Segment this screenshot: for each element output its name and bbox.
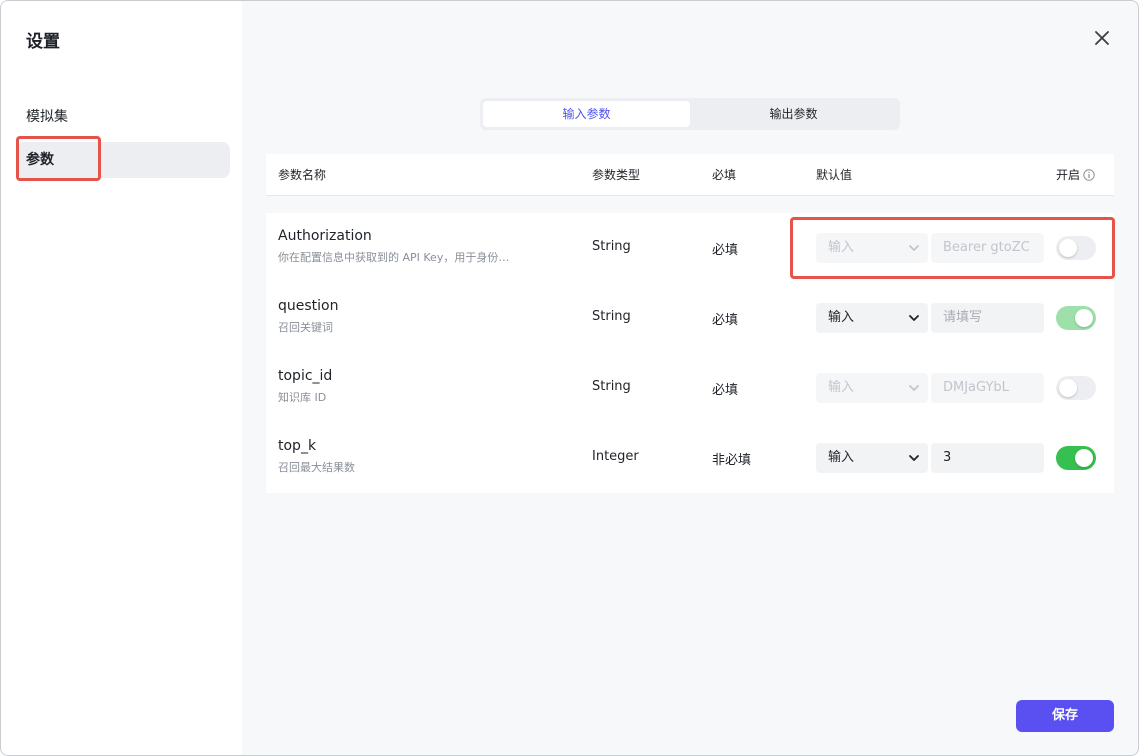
toggle-knob bbox=[1075, 309, 1093, 327]
default-value-input[interactable]: 请填写 bbox=[931, 303, 1044, 333]
source-select[interactable]: 输入 bbox=[816, 443, 928, 473]
source-select-value: 输入 bbox=[828, 240, 855, 255]
toggle-knob bbox=[1075, 449, 1093, 467]
chevron-down-icon bbox=[909, 315, 919, 321]
param-desc: 知识库 ID bbox=[278, 391, 327, 404]
param-type: String bbox=[592, 239, 631, 254]
param-name: top_k bbox=[278, 438, 317, 454]
default-value-input[interactable]: 3 bbox=[931, 443, 1044, 473]
source-select[interactable]: 输入 bbox=[816, 373, 928, 403]
header-name: 参数名称 bbox=[278, 168, 327, 182]
table-row: topic_id 知识库 ID String 必填 输入 DMJaGYbL bbox=[266, 353, 1114, 423]
tab-input-params[interactable]: 输入参数 bbox=[483, 101, 690, 127]
source-select[interactable]: 输入 bbox=[816, 233, 928, 263]
toggle-knob bbox=[1059, 239, 1077, 257]
chevron-down-icon bbox=[909, 385, 919, 391]
default-value-input[interactable]: Bearer gtoZC bbox=[931, 233, 1044, 263]
close-button[interactable] bbox=[1091, 27, 1113, 49]
table-row: question 召回关键词 String 必填 输入 请填写 bbox=[266, 283, 1114, 353]
close-icon bbox=[1095, 31, 1109, 45]
enable-toggle[interactable] bbox=[1056, 306, 1096, 330]
save-button[interactable]: 保存 bbox=[1016, 700, 1114, 732]
param-required: 必填 bbox=[712, 243, 739, 258]
sidebar: 设置 模拟集 参数 bbox=[1, 1, 242, 755]
header-default: 默认值 bbox=[816, 168, 853, 182]
param-table: Authorization 你在配置信息中获取到的 API Key，用于身份… … bbox=[266, 213, 1114, 493]
default-value-input[interactable]: DMJaGYbL bbox=[931, 373, 1044, 403]
param-type: String bbox=[592, 309, 631, 324]
sidebar-title: 设置 bbox=[26, 32, 60, 52]
chevron-down-icon bbox=[909, 245, 919, 251]
source-select-value: 输入 bbox=[828, 310, 855, 325]
info-icon[interactable] bbox=[1083, 169, 1095, 183]
header-enabled: 开启 bbox=[1056, 168, 1081, 182]
param-type: String bbox=[592, 379, 631, 394]
param-name: question bbox=[278, 298, 339, 314]
param-desc: 你在配置信息中获取到的 API Key，用于身份… bbox=[278, 251, 510, 264]
sidebar-item-mock-set[interactable]: 模拟集 bbox=[16, 99, 230, 135]
enable-toggle[interactable] bbox=[1056, 236, 1096, 260]
param-name: topic_id bbox=[278, 368, 333, 384]
source-select-value: 输入 bbox=[828, 450, 855, 465]
param-required: 必填 bbox=[712, 383, 739, 398]
param-tabs: 输入参数 输出参数 bbox=[480, 98, 900, 130]
chevron-down-icon bbox=[909, 455, 919, 461]
table-row: Authorization 你在配置信息中获取到的 API Key，用于身份… … bbox=[266, 213, 1114, 283]
enable-toggle[interactable] bbox=[1056, 446, 1096, 470]
header-required: 必填 bbox=[712, 168, 737, 182]
source-select-value: 输入 bbox=[828, 380, 855, 395]
param-desc: 召回关键词 bbox=[278, 321, 333, 334]
param-required: 必填 bbox=[712, 313, 739, 328]
source-select[interactable]: 输入 bbox=[816, 303, 928, 333]
table-header: 参数名称 参数类型 必填 默认值 开启 bbox=[266, 154, 1114, 196]
header-type: 参数类型 bbox=[592, 168, 641, 182]
param-required: 非必填 bbox=[712, 453, 752, 468]
sidebar-item-params[interactable]: 参数 bbox=[16, 142, 230, 178]
enable-toggle[interactable] bbox=[1056, 376, 1096, 400]
toggle-knob bbox=[1059, 379, 1077, 397]
param-name: Authorization bbox=[278, 228, 372, 244]
param-desc: 召回最大结果数 bbox=[278, 461, 355, 474]
table-row: top_k 召回最大结果数 Integer 非必填 输入 3 bbox=[266, 423, 1114, 493]
settings-dialog: 设置 模拟集 参数 输入参数 输出参数 参数名称 参数类型 必填 默认值 开启 bbox=[0, 0, 1139, 756]
param-type: Integer bbox=[592, 449, 639, 464]
tab-output-params[interactable]: 输出参数 bbox=[690, 101, 897, 127]
